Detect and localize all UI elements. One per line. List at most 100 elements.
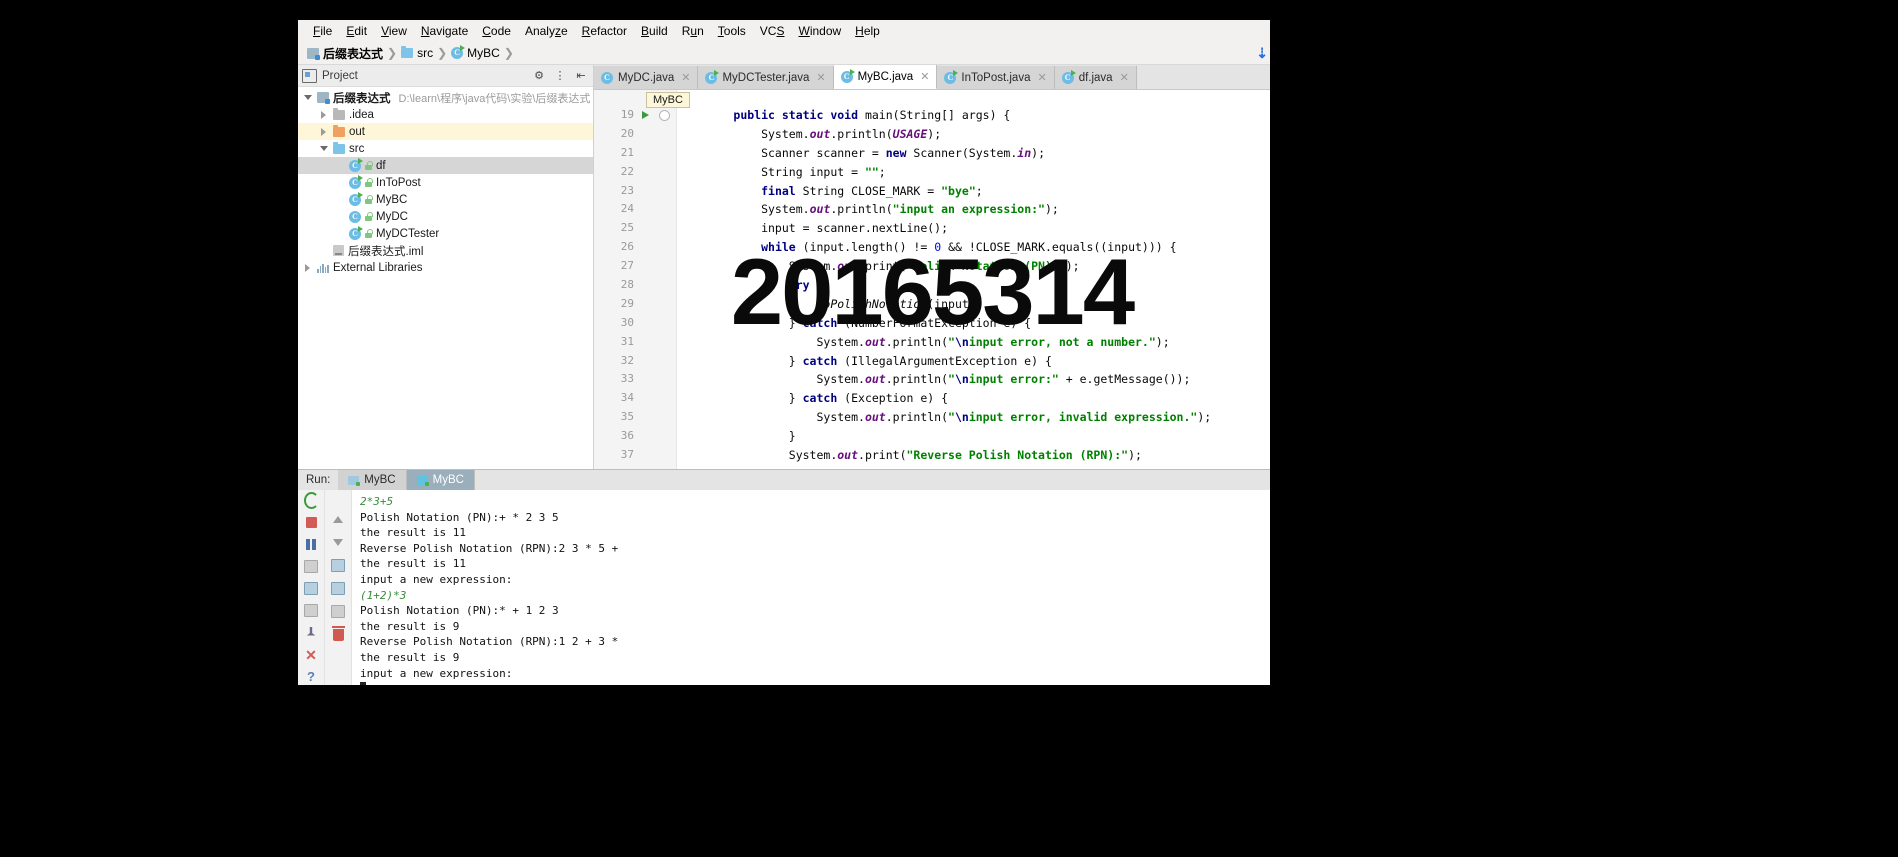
run-tabs-bar: Run: MyBC MyBC bbox=[298, 470, 1270, 490]
menu-item-tools[interactable]: Tools bbox=[711, 22, 753, 40]
console-output[interactable]: 2*3+5 Polish Notation (PN):+ * 2 3 5 the r… bbox=[352, 490, 1270, 685]
tree-item[interactable]: out bbox=[298, 123, 593, 140]
code-line: 23 final String CLOSE_MARK = "bye"; bbox=[594, 182, 1270, 201]
close-tab-icon[interactable]: ✕ bbox=[920, 70, 929, 83]
tree-item[interactable]: src bbox=[298, 140, 593, 157]
tree-item-label: src bbox=[349, 142, 365, 155]
menu-item-vcs[interactable]: VCS bbox=[753, 22, 792, 40]
menu-item-help[interactable]: Help bbox=[848, 22, 887, 40]
menu-item-code[interactable]: Code bbox=[475, 22, 518, 40]
close-button[interactable]: ✕ bbox=[304, 647, 319, 662]
rerun-button[interactable] bbox=[303, 492, 319, 509]
menu-item-analyze[interactable]: Analyze bbox=[518, 22, 575, 40]
console-output-line: Polish Notation (PN):+ * 2 3 5 bbox=[360, 510, 559, 524]
code-line: 31 System.out.println("\ninput error, no… bbox=[594, 333, 1270, 352]
code-text: try { bbox=[788, 278, 824, 293]
print-button[interactable] bbox=[304, 603, 319, 618]
java-class-runnable-icon: C bbox=[944, 69, 959, 84]
folder-blue-icon bbox=[333, 141, 345, 154]
project-pane-header: Project ⚙ ⋮ ⇤ bbox=[298, 65, 593, 87]
code-text: toPolishNotation(input); bbox=[816, 296, 983, 311]
run-gutter-icon[interactable] bbox=[642, 111, 649, 120]
tree-item[interactable]: C MyDCTester bbox=[298, 225, 593, 242]
run-tab-mybc-2[interactable]: MyBC bbox=[406, 470, 475, 490]
code-text: } catch (Exception e) { bbox=[678, 391, 949, 406]
tree-item[interactable]: C MyBC bbox=[298, 191, 593, 208]
line-number: 24 bbox=[620, 202, 634, 216]
code-text: while (input.length() != 0 && !CLOSE_MAR… bbox=[761, 240, 1177, 255]
code-line: 27 System.out.print("Polish Notation (PN… bbox=[594, 257, 1270, 276]
dump-threads-button[interactable] bbox=[304, 559, 319, 574]
hide-icon[interactable]: ⇤ bbox=[573, 68, 589, 84]
tree-twisty-icon[interactable] bbox=[318, 109, 329, 120]
menu-item-view[interactable]: View bbox=[374, 22, 414, 40]
scroll-down-button[interactable] bbox=[331, 535, 346, 550]
project-tree[interactable]: 后缀表达式 D:\learn\程序\java代码\实验\后缀表达式 .idea out… bbox=[298, 87, 593, 469]
menu-item-edit[interactable]: Edit bbox=[339, 22, 374, 40]
code-line: 36 } bbox=[594, 427, 1270, 446]
scroll-to-end-button[interactable] bbox=[331, 581, 346, 596]
menu-item-build[interactable]: Build bbox=[634, 22, 675, 40]
editor-tab-mydc-java[interactable]: C MyDC.java ✕ bbox=[594, 66, 699, 89]
tree-item-path: D:\learn\程序\java代码\实验\后缀表达式 bbox=[398, 92, 591, 105]
line-number: 29 bbox=[620, 296, 634, 310]
soft-wrap-button[interactable] bbox=[331, 558, 346, 573]
breadcrumb-item-src[interactable]: src bbox=[398, 45, 436, 61]
tree-item[interactable]: Cdf bbox=[298, 157, 593, 174]
java-class-icon: C bbox=[451, 45, 466, 59]
breadcrumb-item-project[interactable]: 后缀表达式 bbox=[304, 44, 386, 63]
tree-item-label: 后缀表达式.iml bbox=[348, 245, 424, 258]
line-number: 28 bbox=[620, 278, 634, 292]
run-tab-mybc-1[interactable]: MyBC bbox=[338, 470, 407, 490]
tree-item[interactable]: External Libraries bbox=[298, 259, 593, 276]
tree-item[interactable]: 后缀表达式 D:\learn\程序\java代码\实验\后缀表达式 bbox=[298, 89, 593, 106]
code-text: System.out.print("Polish Notation (PN):"… bbox=[678, 259, 1080, 274]
pause-button[interactable] bbox=[304, 537, 319, 552]
editor-tab-intopost-java[interactable]: C InToPost.java ✕ bbox=[937, 66, 1055, 89]
editor-tab-mybc-java[interactable]: C MyBC.java ✕ bbox=[833, 65, 938, 89]
editor-body[interactable]: MyBC 19 public static void main(String[]… bbox=[594, 90, 1270, 469]
trace-button[interactable] bbox=[304, 581, 319, 596]
tree-item-label: .idea bbox=[349, 108, 374, 121]
tree-twisty-icon[interactable] bbox=[302, 262, 313, 273]
scroll-up-button[interactable] bbox=[331, 512, 346, 527]
java-class-runnable-icon: C bbox=[840, 68, 855, 83]
collapse-all-icon[interactable]: ⋮ bbox=[552, 68, 568, 84]
java-class-runnable-icon: C bbox=[349, 157, 363, 172]
close-tab-icon[interactable]: ✕ bbox=[681, 71, 690, 84]
download-icon[interactable]: ⇣ bbox=[1256, 45, 1268, 62]
settings-gear-icon[interactable]: ⚙ bbox=[531, 68, 547, 84]
code-area[interactable]: 19 public static void main(String[] args… bbox=[594, 106, 1270, 469]
breadcrumb-item-class[interactable]: C MyBC bbox=[448, 45, 503, 61]
pin-button[interactable] bbox=[304, 625, 319, 640]
close-tab-icon[interactable]: ✕ bbox=[1120, 71, 1129, 84]
help-button[interactable]: ? bbox=[304, 669, 319, 684]
stop-button[interactable] bbox=[304, 515, 319, 530]
code-line: 32 } catch (IllegalArgumentException e) … bbox=[594, 352, 1270, 371]
tree-twisty-icon[interactable] bbox=[318, 126, 329, 137]
clear-all-button[interactable] bbox=[331, 625, 346, 642]
fold-icon[interactable] bbox=[659, 109, 670, 121]
print-output-button[interactable] bbox=[331, 604, 346, 619]
menu-item-refactor[interactable]: Refactor bbox=[575, 22, 634, 40]
code-line: 37 System.out.print("Reverse Polish Nota… bbox=[594, 446, 1270, 465]
menu-item-window[interactable]: Window bbox=[791, 22, 848, 40]
menu-item-run[interactable]: Run bbox=[675, 22, 711, 40]
tree-item[interactable]: 后缀表达式.iml bbox=[298, 242, 593, 259]
project-tool-window: Project ⚙ ⋮ ⇤ 后缀表达式 D:\learn\程序\java代码\实验… bbox=[298, 65, 594, 469]
library-icon bbox=[317, 262, 329, 273]
menu-item-file[interactable]: File bbox=[306, 22, 339, 40]
menu-item-navigate[interactable]: Navigate bbox=[414, 22, 475, 40]
tree-item[interactable]: C InToPost bbox=[298, 174, 593, 191]
tree-twisty-icon[interactable] bbox=[302, 92, 313, 103]
tree-item[interactable]: .idea bbox=[298, 106, 593, 123]
breadcrumb-separator: ❯ bbox=[387, 46, 398, 60]
close-tab-icon[interactable]: ✕ bbox=[816, 71, 825, 84]
editor-tab-mydctester-java[interactable]: C MyDCTester.java ✕ bbox=[698, 66, 834, 89]
close-tab-icon[interactable]: ✕ bbox=[1037, 71, 1046, 84]
tree-twisty-icon[interactable] bbox=[318, 143, 329, 154]
tree-item[interactable]: C MyDC bbox=[298, 208, 593, 225]
gutter-marker[interactable] bbox=[640, 109, 678, 121]
console-output-line: Polish Notation (PN):* + 1 2 3 bbox=[360, 604, 559, 618]
editor-tab-df-java[interactable]: Cdf.java ✕ bbox=[1054, 66, 1137, 89]
